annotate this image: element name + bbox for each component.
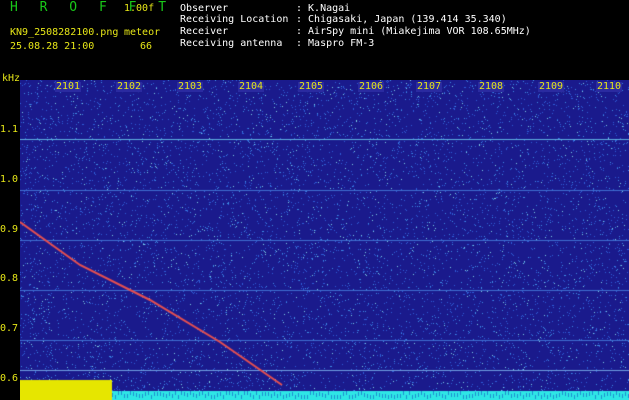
datetime-label: 25.08.28 21:00 (10, 41, 95, 52)
y-tick-label: 1.0 (0, 174, 19, 185)
y-tick-label: 0.6 (0, 373, 19, 384)
spectrogram-canvas (20, 80, 629, 400)
x-tick-label: 2108 (478, 81, 505, 92)
x-tick-label: 2105 (298, 81, 325, 92)
header-panel: H R O F F T 1.00f KN9_2508282100.png met… (0, 0, 629, 78)
y-tick-label: 0.8 (0, 273, 19, 284)
x-tick-label: 2106 (358, 81, 385, 92)
receiver-label: Receiver (180, 26, 229, 37)
location-value: : Chigasaki, Japan (139.414 35.340) (296, 14, 507, 25)
x-tick-label: 2110 (596, 81, 623, 92)
antenna-value: : Maspro FM-3 (296, 38, 375, 49)
receiver-value: : AirSpy mini (Miakejima VOR 108.65MHz) (296, 26, 531, 37)
location-label: Receiving Location (180, 14, 289, 25)
observer-value: : K.Nagai (296, 3, 351, 14)
antenna-label: Receiving antenna (180, 38, 283, 49)
y-tick-label: 1.1 (0, 124, 19, 135)
version-label: 1.00f (124, 3, 155, 14)
meteor-count: 66 (140, 41, 153, 52)
y-tick-label: 0.9 (0, 224, 19, 235)
meteor-label: meteor (124, 27, 161, 38)
x-tick-label: 2109 (538, 81, 565, 92)
observer-label: Observer (180, 3, 229, 14)
x-tick-label: 2101 (55, 81, 82, 92)
filename-label: KN9_2508282100.png (10, 27, 119, 38)
x-tick-label: 2103 (177, 81, 204, 92)
x-tick-label: 2102 (116, 81, 143, 92)
x-tick-label: 2107 (416, 81, 443, 92)
y-axis-unit: kHz (2, 73, 21, 84)
x-tick-label: 2104 (238, 81, 265, 92)
y-tick-label: 0.7 (0, 323, 19, 334)
